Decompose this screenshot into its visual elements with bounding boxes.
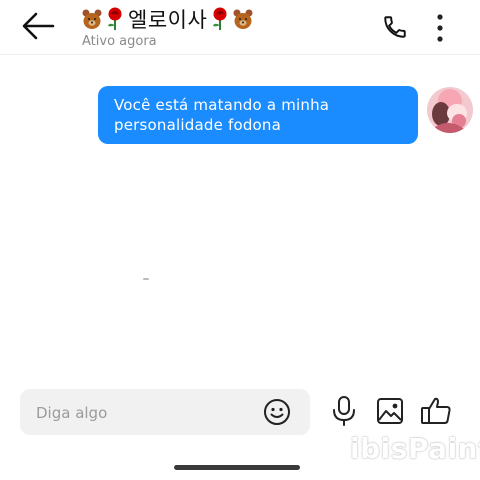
- voice-message-button[interactable]: [327, 394, 361, 428]
- contact-info[interactable]: 엘로이사 Ativo agora: [80, 4, 300, 49]
- message-composer: [20, 389, 310, 437]
- rose-icon: [105, 7, 125, 31]
- back-button[interactable]: [18, 8, 58, 44]
- chat-header: 엘로이사 Ativo agora: [0, 0, 480, 55]
- message-bubble-outgoing[interactable]: Você está matando a minha personalidade …: [98, 86, 418, 144]
- rose-icon: [210, 7, 230, 31]
- phone-icon: [384, 16, 406, 38]
- emoji-button[interactable]: [262, 397, 292, 427]
- contact-status: Ativo agora: [82, 34, 157, 49]
- contact-name-row: 엘로이사: [80, 4, 300, 34]
- emoji-icon: [264, 399, 290, 425]
- teddy-bear-icon: [81, 8, 103, 30]
- back-arrow-icon: [22, 12, 55, 40]
- like-button[interactable]: [419, 394, 453, 428]
- watermark-logo: ibisPaint: [350, 432, 480, 465]
- call-button[interactable]: [378, 10, 412, 44]
- mic-icon: [333, 396, 355, 426]
- send-image-button[interactable]: [373, 394, 407, 428]
- more-options-button[interactable]: [426, 10, 454, 46]
- avatar[interactable]: [427, 87, 473, 133]
- divider-mark: [143, 278, 149, 280]
- image-icon: [377, 398, 403, 424]
- more-vert-icon: [437, 14, 443, 42]
- home-indicator[interactable]: [174, 465, 300, 470]
- chat-screen: 엘로이사 Ativo agora Você está matando a min…: [0, 0, 480, 480]
- contact-name: 엘로이사: [128, 8, 208, 32]
- thumbs-up-icon: [421, 397, 451, 424]
- teddy-bear-icon: [232, 8, 254, 30]
- message-input[interactable]: [34, 389, 258, 437]
